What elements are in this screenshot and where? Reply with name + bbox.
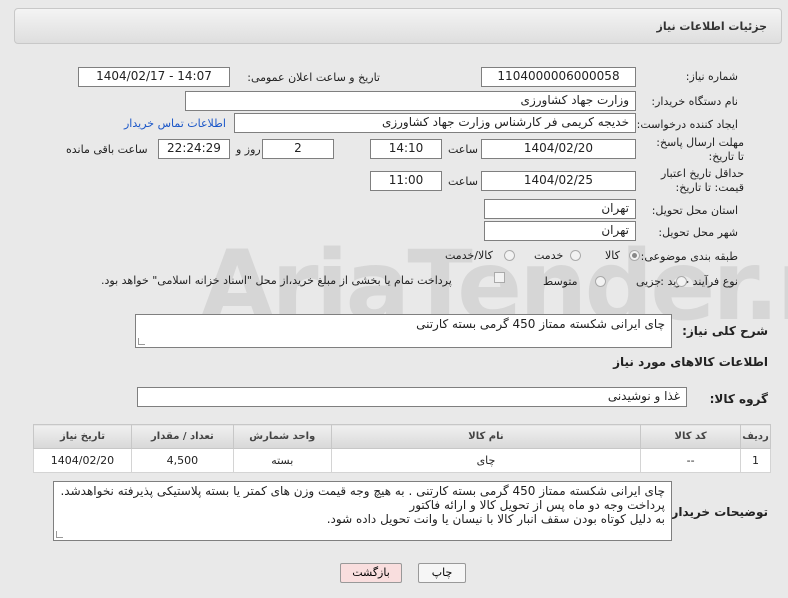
reply-time-field[interactable]: 14:10 bbox=[370, 139, 442, 159]
process-label: نوع فرآیند خرید : bbox=[660, 275, 738, 288]
goods-table: ردیف کد کالا نام کالا واحد شمارش تعداد /… bbox=[33, 424, 771, 473]
summary-label: شرح کلی نیاز: bbox=[682, 324, 768, 338]
need-number-label: شماره نیاز: bbox=[685, 70, 738, 83]
col-header-date: تاریخ نیاز bbox=[33, 424, 132, 449]
col-header-qty: تعداد / مقدار bbox=[130, 424, 234, 449]
announce-label: تاریخ و ساعت اعلان عمومی: bbox=[247, 71, 380, 84]
cell-qty: 4,500 bbox=[130, 448, 234, 473]
category-goods-label: کالا bbox=[605, 249, 620, 262]
goods-group-label: گروه کالا: bbox=[709, 392, 768, 406]
city-label: شهر محل تحویل: bbox=[658, 226, 738, 239]
treasury-payment-checkbox[interactable] bbox=[494, 272, 505, 283]
col-header-unit: واحد شمارش bbox=[232, 424, 332, 449]
back-button[interactable]: بازگشت bbox=[340, 563, 402, 583]
remaining-time-field[interactable]: 22:24:29 bbox=[158, 139, 230, 159]
cell-row: 1 bbox=[740, 448, 771, 473]
category-service-label: خدمت bbox=[534, 249, 564, 262]
buyer-field[interactable]: وزارت جهاد کشاورزی bbox=[185, 91, 636, 111]
cell-code: -- bbox=[640, 448, 742, 473]
payment-note: پرداخت تمام یا بخشی از مبلغ خرید،از محل … bbox=[101, 274, 452, 287]
city-field[interactable]: تهران bbox=[484, 221, 636, 241]
days-field[interactable]: 2 bbox=[262, 139, 334, 159]
price-time-field[interactable]: 11:00 bbox=[370, 171, 442, 191]
reply-time-label: ساعت bbox=[448, 143, 478, 156]
remaining-label: ساعت باقی مانده bbox=[66, 143, 148, 156]
category-both-radio[interactable] bbox=[504, 250, 515, 261]
creator-field[interactable]: خدیجه کریمی فر کارشناس وزارت جهاد کشاورز… bbox=[234, 113, 636, 133]
price-time-label: ساعت bbox=[448, 175, 478, 188]
resize-grip-icon[interactable] bbox=[56, 531, 63, 538]
buyer-notes-line-3: به دلیل کوتاه بودن سقف انبار کالا با نیس… bbox=[326, 512, 665, 526]
need-number-field[interactable]: 1104000006000058 bbox=[481, 67, 636, 87]
buyer-notes-textarea[interactable]: چای ایرانی شکسته ممتاز 450 گرمی بسته کار… bbox=[53, 481, 672, 541]
col-header-code: کد کالا bbox=[640, 424, 742, 449]
days-label: روز و bbox=[236, 143, 261, 156]
reply-date-field[interactable]: 1404/02/20 bbox=[481, 139, 636, 159]
header-bar: جزئیات اطلاعات نیاز bbox=[14, 8, 782, 44]
cell-name: چای bbox=[330, 448, 642, 473]
announce-field[interactable]: 1404/02/17 - 14:07 bbox=[78, 67, 230, 87]
col-header-name: نام کالا bbox=[330, 424, 642, 449]
buyer-notes-label: توضیحات خریدار: bbox=[666, 505, 768, 519]
category-goods-radio[interactable] bbox=[629, 250, 640, 261]
col-header-row: ردیف bbox=[740, 424, 771, 449]
resize-grip-icon[interactable] bbox=[138, 338, 145, 345]
category-service-radio[interactable] bbox=[570, 250, 581, 261]
print-button[interactable]: چاپ bbox=[418, 563, 466, 583]
category-label: طبقه بندی موضوعی: bbox=[640, 250, 738, 263]
buyer-label: نام دستگاه خریدار: bbox=[651, 95, 738, 108]
creator-label: ایجاد کننده درخواست: bbox=[636, 118, 738, 131]
summary-text: چای ایرانی شکسته ممتاز 450 گرمی بسته کار… bbox=[416, 317, 665, 331]
province-field[interactable]: تهران bbox=[484, 199, 636, 219]
category-both-label: کالا/خدمت bbox=[445, 249, 493, 262]
price-validity-label: حداقل تاریخ اعتبار قیمت: تا تاریخ: bbox=[660, 167, 744, 194]
goods-group-field[interactable]: غذا و نوشیدنی bbox=[137, 387, 687, 407]
summary-textarea[interactable]: چای ایرانی شکسته ممتاز 450 گرمی بسته کار… bbox=[135, 314, 672, 348]
process-minor-label: جزیی bbox=[636, 275, 662, 288]
process-medium-radio[interactable] bbox=[595, 276, 606, 287]
cell-date: 1404/02/20 bbox=[33, 448, 132, 473]
process-minor-radio[interactable] bbox=[676, 276, 687, 287]
table-header-row: ردیف کد کالا نام کالا واحد شمارش تعداد /… bbox=[33, 424, 771, 449]
process-medium-label: متوسط bbox=[543, 275, 578, 288]
buyer-notes-line-1: چای ایرانی شکسته ممتاز 450 گرمی بسته کار… bbox=[60, 484, 665, 498]
contact-buyer-link[interactable]: اطلاعات تماس خریدار bbox=[124, 117, 226, 130]
page-title: جزئیات اطلاعات نیاز bbox=[656, 20, 768, 33]
goods-section-title: اطلاعات کالاهای مورد نیاز bbox=[613, 355, 768, 369]
reply-deadline-label: مهلت ارسال پاسخ: تا تاریخ: bbox=[656, 136, 744, 163]
province-label: استان محل تحویل: bbox=[651, 204, 738, 217]
price-date-field[interactable]: 1404/02/25 bbox=[481, 171, 636, 191]
cell-unit: بسته bbox=[232, 448, 332, 473]
table-row[interactable]: 1 -- چای بسته 4,500 1404/02/20 bbox=[33, 448, 771, 473]
buyer-notes-line-2: پرداخت وجه دو ماه پس از تحویل کالا و ارا… bbox=[409, 498, 665, 512]
